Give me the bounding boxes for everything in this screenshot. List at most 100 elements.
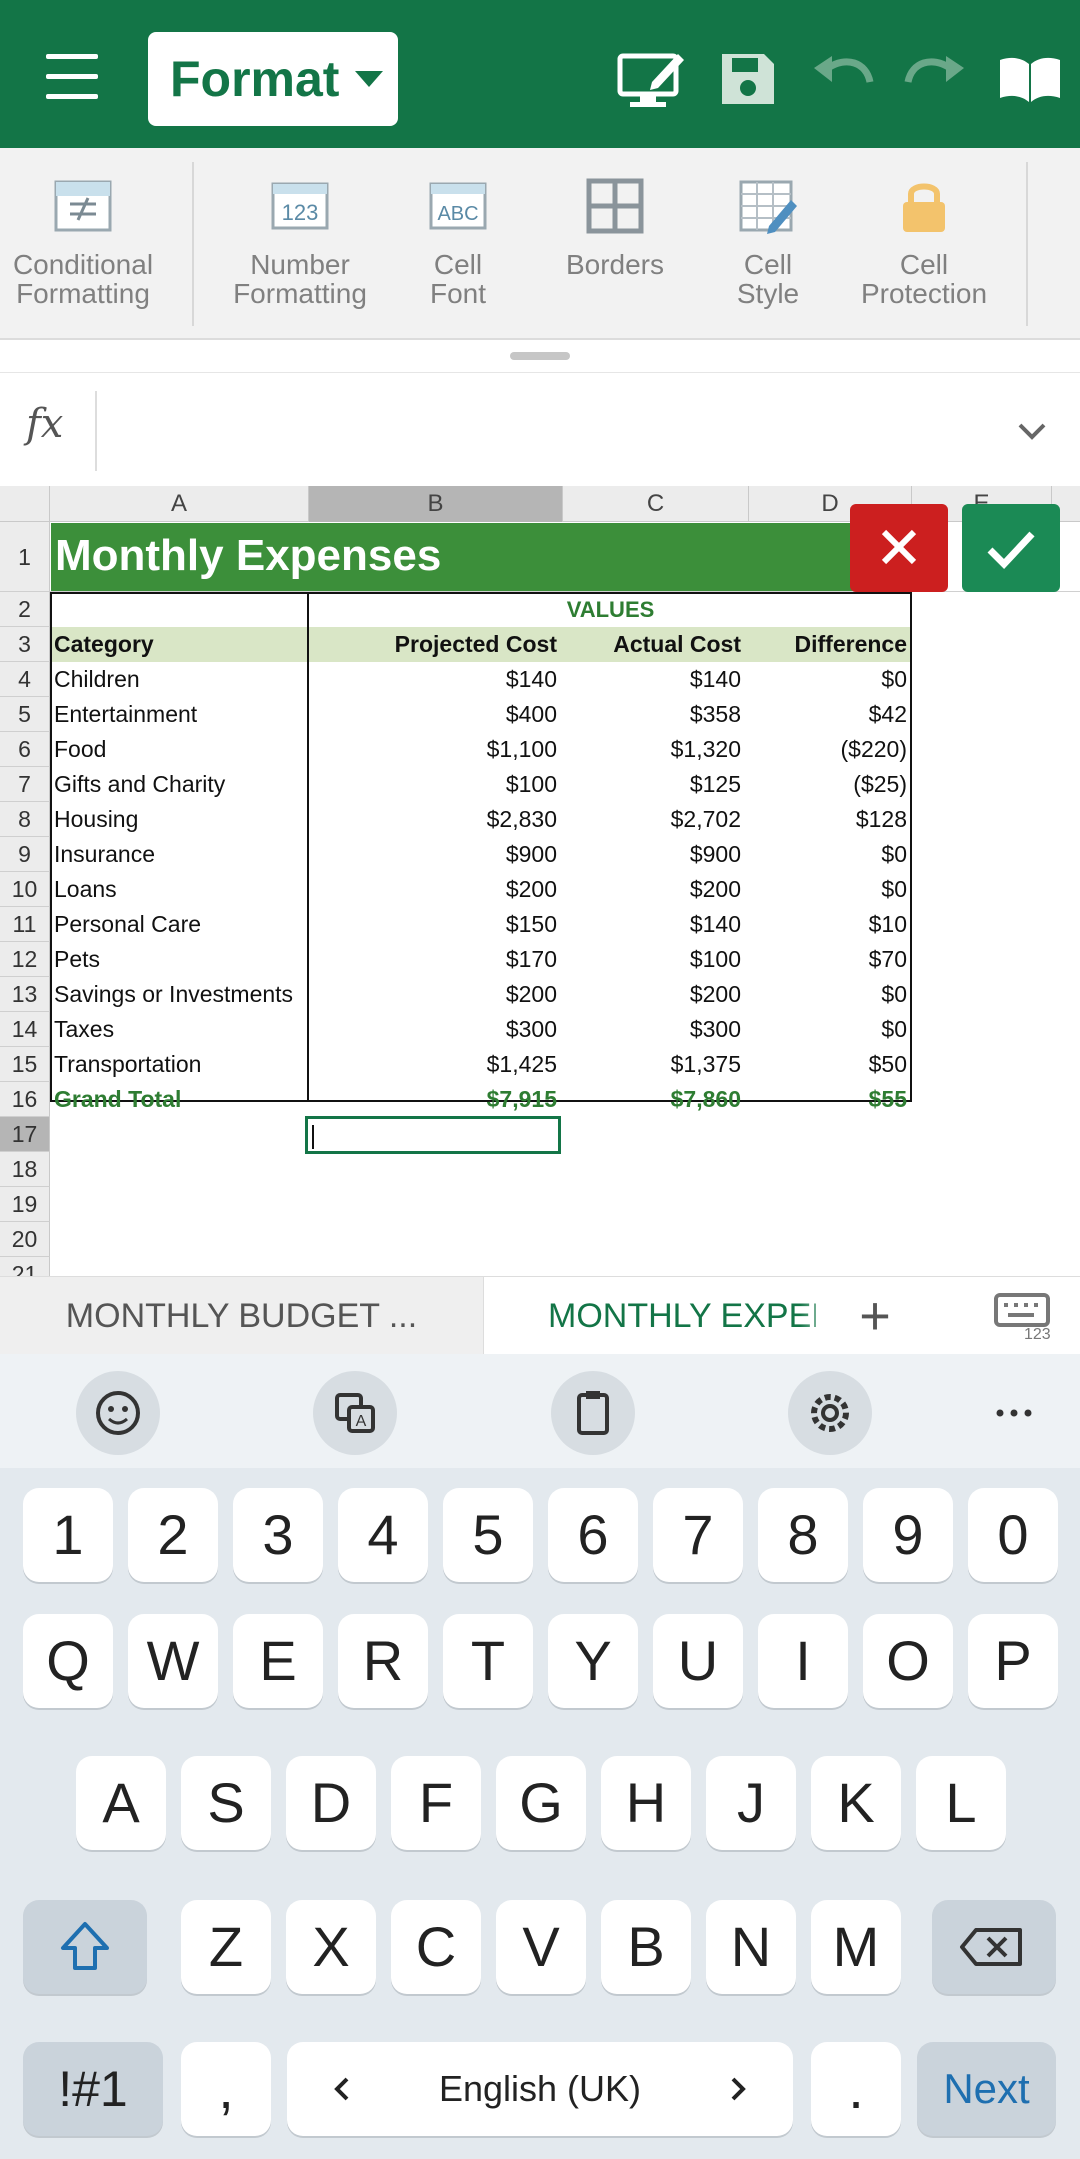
table-cell[interactable]: ($220) (741, 732, 907, 767)
grand-total-cell[interactable]: $55 (741, 1082, 907, 1117)
number-formatting-button[interactable]: 123 Number Formatting (220, 148, 380, 328)
more-icon[interactable] (994, 1371, 1034, 1455)
clipboard-icon[interactable] (551, 1371, 635, 1455)
table-cell[interactable]: $150 (309, 907, 557, 942)
spreadsheet-grid[interactable]: A B C D E 1 2345678910111213141516171819… (0, 486, 1080, 1276)
key-k[interactable]: K (811, 1756, 901, 1850)
key-w[interactable]: W (128, 1614, 218, 1708)
title-cell[interactable]: Monthly Expenses (51, 523, 912, 591)
row-header[interactable]: 17 (0, 1117, 50, 1152)
row-header[interactable]: 11 (0, 907, 50, 942)
key-m[interactable]: M (811, 1900, 901, 1994)
key-c[interactable]: C (391, 1900, 481, 1994)
comma-key[interactable]: , (181, 2042, 271, 2136)
grand-total-cell[interactable]: $7,915 (309, 1082, 557, 1117)
key-f[interactable]: F (391, 1756, 481, 1850)
ribbon-drag-handle[interactable] (510, 352, 570, 360)
table-cell[interactable]: Pets (54, 942, 304, 977)
table-cell[interactable]: $200 (557, 977, 741, 1012)
table-cell[interactable]: Housing (54, 802, 304, 837)
select-all-corner[interactable] (0, 486, 50, 522)
table-cell[interactable]: $300 (557, 1012, 741, 1047)
cell-style-button[interactable]: Cell Style (712, 148, 824, 328)
row-header[interactable]: 1 (0, 522, 50, 592)
menu-icon[interactable] (38, 44, 108, 110)
key-x[interactable]: X (286, 1900, 376, 1994)
row-header[interactable]: 18 (0, 1152, 50, 1187)
key-b[interactable]: B (601, 1900, 691, 1994)
key-y[interactable]: Y (548, 1614, 638, 1708)
formula-input[interactable] (110, 373, 990, 487)
table-cell[interactable]: $140 (557, 907, 741, 942)
table-cell[interactable]: Taxes (54, 1012, 304, 1047)
tab-monthly-budget[interactable]: MONTHLY BUDGET ... (0, 1277, 484, 1355)
header-actual-cost[interactable]: Actual Cost (557, 627, 741, 662)
column-header-a[interactable]: A (50, 486, 309, 522)
add-sheet-button[interactable]: + (840, 1277, 910, 1355)
table-cell[interactable]: $100 (309, 767, 557, 802)
row-header[interactable]: 4 (0, 662, 50, 697)
save-icon[interactable] (712, 46, 784, 112)
table-cell[interactable]: $140 (309, 662, 557, 697)
table-cell[interactable]: $170 (309, 942, 557, 977)
table-cell[interactable]: $900 (309, 837, 557, 872)
key-7[interactable]: 7 (653, 1488, 743, 1582)
row-header[interactable]: 21 (0, 1257, 50, 1276)
cell-protection-button[interactable]: Cell Protection (850, 148, 998, 328)
header-difference[interactable]: Difference (741, 627, 907, 662)
key-n[interactable]: N (706, 1900, 796, 1994)
row-header[interactable]: 3 (0, 627, 50, 662)
table-cell[interactable]: $10 (741, 907, 907, 942)
table-cell[interactable]: $50 (741, 1047, 907, 1082)
key-5[interactable]: 5 (443, 1488, 533, 1582)
format-dropdown[interactable]: Format (148, 32, 398, 126)
chevron-down-icon[interactable] (1010, 409, 1054, 453)
table-cell[interactable]: $128 (741, 802, 907, 837)
table-cell[interactable]: $200 (309, 977, 557, 1012)
book-icon[interactable] (994, 46, 1066, 112)
row-header[interactable]: 9 (0, 837, 50, 872)
keyboard-123-icon[interactable]: 123 (994, 1291, 1054, 1343)
cell-font-button[interactable]: ABC Cell Font (400, 148, 516, 328)
row-header[interactable]: 6 (0, 732, 50, 767)
table-cell[interactable]: Insurance (54, 837, 304, 872)
symbols-key[interactable]: !#1 (23, 2042, 163, 2136)
table-cell[interactable]: $0 (741, 872, 907, 907)
period-key[interactable]: . (811, 2042, 901, 2136)
tab-monthly-expenses[interactable]: MONTHLY EXPENSES (486, 1277, 816, 1355)
table-cell[interactable]: Personal Care (54, 907, 304, 942)
row-header[interactable]: 14 (0, 1012, 50, 1047)
undo-icon[interactable] (806, 46, 878, 112)
backspace-key[interactable] (932, 1900, 1056, 1994)
column-header-c[interactable]: C (563, 486, 749, 522)
row-header[interactable]: 5 (0, 697, 50, 732)
row-header[interactable]: 8 (0, 802, 50, 837)
redo-icon[interactable] (900, 46, 972, 112)
table-cell[interactable]: Food (54, 732, 304, 767)
row-header[interactable]: 16 (0, 1082, 50, 1117)
table-cell[interactable]: $0 (741, 1012, 907, 1047)
row-header[interactable]: 13 (0, 977, 50, 1012)
selected-cell-b17[interactable] (305, 1116, 561, 1154)
key-4[interactable]: 4 (338, 1488, 428, 1582)
grand-total-cell[interactable]: $7,860 (557, 1082, 741, 1117)
key-0[interactable]: 0 (968, 1488, 1058, 1582)
table-cell[interactable]: $42 (741, 697, 907, 732)
table-cell[interactable]: $900 (557, 837, 741, 872)
row-header[interactable]: 15 (0, 1047, 50, 1082)
space-key[interactable]: English (UK) (287, 2042, 793, 2136)
table-cell[interactable]: $140 (557, 662, 741, 697)
table-cell[interactable]: $2,830 (309, 802, 557, 837)
key-v[interactable]: V (496, 1900, 586, 1994)
key-i[interactable]: I (758, 1614, 848, 1708)
shift-key[interactable] (23, 1900, 147, 1994)
key-r[interactable]: R (338, 1614, 428, 1708)
table-cell[interactable]: $2,702 (557, 802, 741, 837)
key-2[interactable]: 2 (128, 1488, 218, 1582)
table-cell[interactable]: Transportation (54, 1047, 304, 1082)
table-cell[interactable]: $200 (309, 872, 557, 907)
key-o[interactable]: O (863, 1614, 953, 1708)
column-header-b[interactable]: B (309, 486, 563, 522)
table-cell[interactable]: $70 (741, 942, 907, 977)
translate-icon[interactable]: A (313, 1371, 397, 1455)
